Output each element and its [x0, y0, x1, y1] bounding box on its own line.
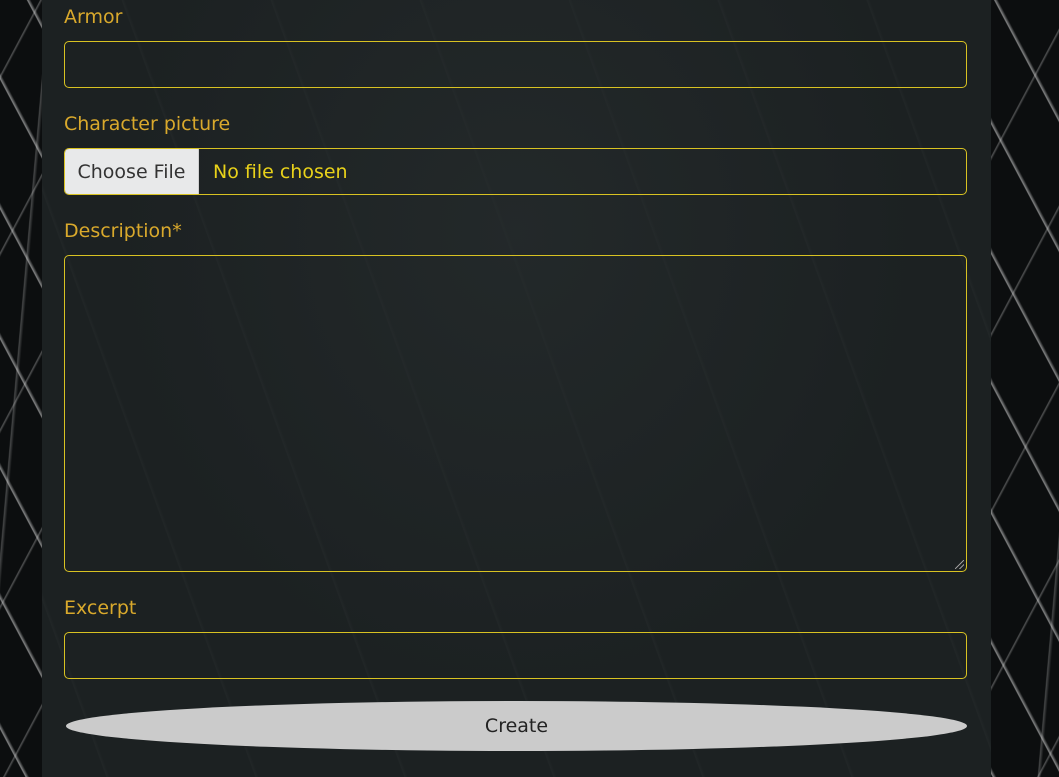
character-picture-label: Character picture — [64, 113, 231, 135]
file-status-text: No file chosen — [213, 160, 348, 183]
armor-label: Armor — [64, 6, 123, 28]
character-picture-file-input[interactable]: Choose File No file chosen — [64, 148, 967, 195]
description-label: Description* — [64, 220, 182, 242]
armor-input[interactable] — [64, 41, 967, 88]
excerpt-label: Excerpt — [64, 597, 137, 619]
resize-handle-icon[interactable] — [955, 560, 964, 569]
excerpt-input[interactable] — [64, 632, 967, 679]
choose-file-button[interactable]: Choose File — [65, 149, 199, 194]
create-button[interactable]: Create — [66, 701, 967, 751]
description-textarea[interactable] — [64, 255, 967, 572]
